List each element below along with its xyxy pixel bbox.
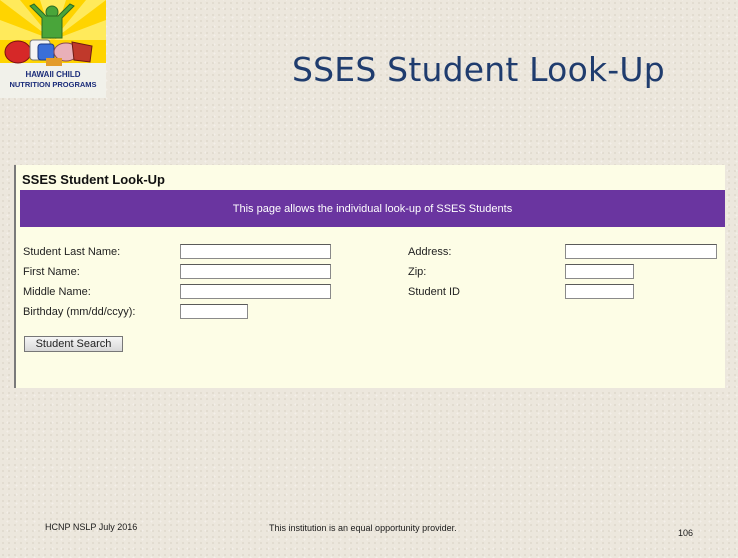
middle-name-label: Middle Name: xyxy=(23,286,91,298)
zip-label: Zip: xyxy=(408,266,427,278)
logo-text-line2: NUTRITION PROGRAMS xyxy=(9,80,97,89)
address-field[interactable] xyxy=(565,244,717,259)
birthday-field[interactable] xyxy=(180,304,248,319)
zip-field[interactable] xyxy=(565,264,634,279)
student-search-button[interactable]: Student Search xyxy=(24,336,123,352)
first-name-field[interactable] xyxy=(180,264,331,279)
hcnp-logo: HAWAII CHILD NUTRITION PROGRAMS xyxy=(0,0,106,98)
info-banner-text: This page allows the individual look-up … xyxy=(232,202,513,215)
lookup-panel: SSES Student Look-Up This page allows th… xyxy=(14,165,725,388)
last-name-label: Student Last Name: xyxy=(23,246,121,258)
first-name-label: First Name: xyxy=(23,266,80,278)
address-label: Address: xyxy=(408,246,452,258)
student-id-label: Student ID xyxy=(408,286,460,298)
panel-title: SSES Student Look-Up xyxy=(22,172,165,187)
info-banner: This page allows the individual look-up … xyxy=(20,190,725,227)
footer-center: This institution is an equal opportunity… xyxy=(269,523,457,533)
slide-title: SSES Student Look-Up xyxy=(292,50,665,89)
birthday-label: Birthday (mm/dd/ccyy): xyxy=(23,306,136,318)
middle-name-field[interactable] xyxy=(180,284,331,299)
last-name-field[interactable] xyxy=(180,244,331,259)
footer-left: HCNP NSLP July 2016 xyxy=(45,522,138,532)
student-id-field[interactable] xyxy=(565,284,634,299)
logo-text-line1: HAWAII CHILD xyxy=(25,70,81,79)
page-number: 106 xyxy=(678,528,694,538)
